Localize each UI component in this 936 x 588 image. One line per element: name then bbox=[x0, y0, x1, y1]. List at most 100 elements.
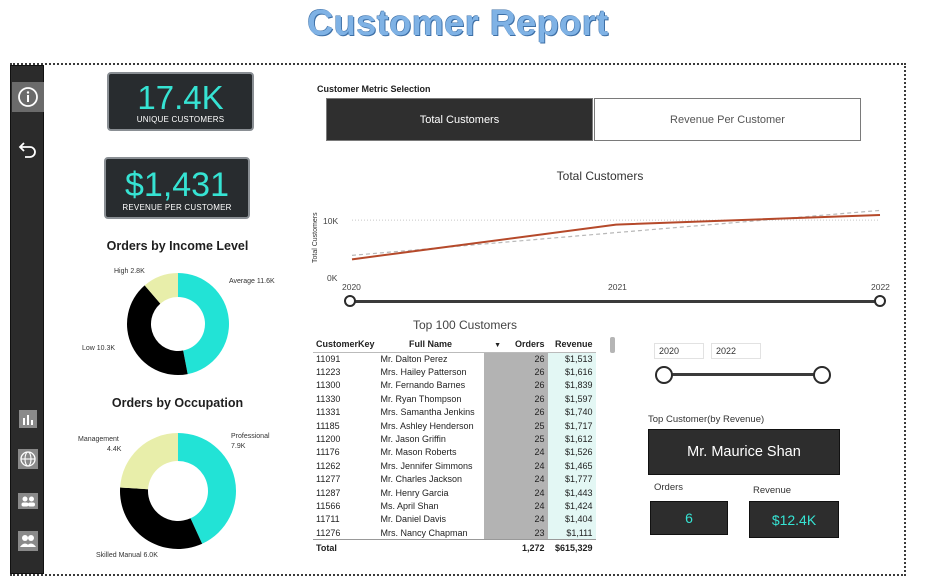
date-slider-end-handle[interactable] bbox=[813, 366, 831, 384]
cell-orders: 24 bbox=[483, 499, 548, 513]
table-row[interactable]: 11566 Ms. April Shan 24 $1,424 bbox=[313, 499, 596, 513]
x-tick-2021: 2021 bbox=[608, 282, 627, 292]
table-row[interactable]: 11185 Mrs. Ashley Henderson 25 $1,717 bbox=[313, 418, 596, 433]
cell-revenue: $1,424 bbox=[547, 499, 596, 513]
navigation-sidebar bbox=[10, 65, 44, 574]
unique-customers-label: UNIQUE CUSTOMERS bbox=[136, 115, 225, 124]
income-chart-title: Orders by Income Level bbox=[106, 239, 249, 253]
total-revenue: $615,329 bbox=[547, 538, 596, 556]
report-title: Customer Report bbox=[307, 2, 609, 43]
cell-full-name: Ms. April Shan bbox=[380, 500, 439, 511]
column-header-full-name[interactable]: Full Name bbox=[377, 337, 484, 353]
income-high-label: High 2.8K bbox=[114, 268, 145, 275]
cell-customerkey: 11566 bbox=[316, 500, 341, 511]
occupation-donut-chart bbox=[120, 433, 236, 549]
cell-full-name: Mrs. Jennifer Simmons bbox=[380, 460, 473, 471]
cell-revenue: $1,597 bbox=[547, 392, 596, 406]
cell-revenue: $1,404 bbox=[547, 512, 596, 527]
cell-customerkey: 11176 bbox=[316, 447, 340, 458]
cell-customerkey: 11091 bbox=[316, 353, 341, 364]
table-row[interactable]: 11287 Mr. Henry Garcia 24 $1,443 bbox=[313, 485, 596, 500]
occupation-skilled-label: Skilled Manual 6.0K bbox=[96, 552, 158, 559]
cell-full-name: Mrs. Nancy Chapman bbox=[380, 527, 468, 538]
cell-customerkey: 11711 bbox=[316, 514, 340, 525]
cell-revenue: $1,513 bbox=[547, 352, 596, 366]
income-donut-chart bbox=[126, 273, 230, 375]
line-chart-y-axis-label: Total Customers bbox=[312, 212, 319, 263]
revenue-per-customer-button[interactable]: Revenue Per Customer bbox=[594, 98, 861, 141]
table-row[interactable]: 11091 Mr. Dalton Perez 26 $1,513 bbox=[313, 352, 596, 366]
date-range-start-handle-top[interactable] bbox=[344, 295, 356, 307]
table-scrollbar[interactable] bbox=[610, 337, 615, 353]
cell-customerkey: 11300 bbox=[316, 380, 341, 391]
table-row[interactable]: 11276 Mrs. Nancy Chapman 23 $1,111 bbox=[313, 526, 596, 540]
cell-orders: 23 bbox=[483, 526, 548, 540]
info-icon[interactable] bbox=[12, 82, 44, 112]
occupation-slice-skilled-manual[interactable] bbox=[120, 487, 203, 549]
cell-full-name: Mrs. Hailey Patterson bbox=[380, 367, 467, 378]
total-customers-button[interactable]: Total Customers bbox=[326, 98, 593, 141]
table-row[interactable]: 11330 Mr. Ryan Thompson 26 $1,597 bbox=[313, 392, 596, 406]
occupation-slice-management[interactable] bbox=[120, 433, 178, 490]
income-low-label: Low 10.3K bbox=[82, 345, 116, 352]
date-range-track-top bbox=[349, 300, 880, 303]
back-arrow-icon[interactable] bbox=[15, 136, 41, 162]
total-customers-line[interactable] bbox=[351, 213, 881, 261]
unique-customers-value: 17.4K bbox=[137, 79, 224, 116]
cell-orders: 24 bbox=[483, 485, 548, 500]
sort-desc-icon: ▼ bbox=[494, 342, 502, 350]
table-total-row: Total 1,272 $615,329 bbox=[313, 538, 596, 556]
cell-customerkey: 11262 bbox=[316, 460, 341, 471]
table-row[interactable]: 11223 Mrs. Hailey Patterson 26 $1,616 bbox=[313, 365, 596, 379]
cell-revenue: $1,443 bbox=[547, 485, 596, 500]
date-slider-start-handle[interactable] bbox=[655, 366, 673, 384]
table-row[interactable]: 11331 Mrs. Samantha Jenkins 26 $1,740 bbox=[313, 405, 596, 419]
globe-icon[interactable] bbox=[15, 446, 41, 472]
revenue-per-customer-label: REVENUE PER CUSTOMER bbox=[122, 203, 232, 212]
unique-customers-card: 17.4K UNIQUE CUSTOMERS bbox=[107, 72, 254, 131]
occupation-management-label: Management bbox=[78, 436, 119, 443]
column-header-customerkey[interactable]: CustomerKey bbox=[313, 337, 378, 353]
date-start-input[interactable]: 2020 bbox=[654, 343, 704, 359]
total-orders: 1,272 bbox=[483, 538, 548, 556]
table-row[interactable]: 11300 Mr. Fernando Barnes 26 $1,839 bbox=[313, 378, 596, 393]
total-spacer bbox=[377, 538, 484, 556]
cell-revenue: $1,465 bbox=[547, 459, 596, 473]
cell-orders: 25 bbox=[483, 432, 548, 446]
cell-customerkey: 11223 bbox=[316, 367, 341, 378]
cell-full-name: Mr. Henry Garcia bbox=[380, 487, 449, 498]
table-row[interactable]: 11262 Mrs. Jennifer Simmons 24 $1,465 bbox=[313, 459, 596, 473]
cell-revenue: $1,839 bbox=[547, 378, 596, 393]
top-customer-revenue-label: Revenue bbox=[753, 485, 792, 496]
table-row[interactable]: 11176 Mr. Mason Roberts 24 $1,526 bbox=[313, 445, 596, 460]
top-customer-orders-label: Orders bbox=[654, 482, 684, 493]
people-card-icon[interactable] bbox=[15, 488, 41, 514]
bar-chart-icon[interactable] bbox=[15, 406, 41, 432]
users-icon[interactable] bbox=[15, 528, 41, 554]
cell-orders: 24 bbox=[483, 512, 548, 527]
table-title: Top 100 Customers bbox=[412, 318, 518, 332]
total-customers-line-chart: Total Customers 10K 0K 2020 2021 2022 bbox=[312, 209, 890, 292]
cell-full-name: Mr. Mason Roberts bbox=[380, 447, 457, 458]
cell-customerkey: 11277 bbox=[316, 474, 341, 485]
cell-orders: 24 bbox=[483, 445, 548, 460]
income-slice-average[interactable] bbox=[178, 273, 230, 375]
cell-full-name: Mr. Fernando Barnes bbox=[380, 380, 466, 391]
cell-customerkey: 11287 bbox=[316, 487, 341, 498]
occupation-professional-label: Professional bbox=[231, 433, 270, 440]
occupation-chart-title: Orders by Occupation bbox=[111, 396, 244, 410]
top-customer-revenue-card: $12.4K bbox=[749, 501, 839, 538]
column-header-revenue[interactable]: Revenue bbox=[547, 337, 596, 353]
occupation-professional-value: 7.9K bbox=[231, 443, 246, 450]
table-row[interactable]: 11711 Mr. Daniel Davis 24 $1,404 bbox=[313, 512, 596, 527]
top-customer-orders-card: 6 bbox=[650, 501, 728, 535]
table-row[interactable]: 11277 Mr. Charles Jackson 24 $1,777 bbox=[313, 472, 596, 486]
date-end-input[interactable]: 2022 bbox=[711, 343, 761, 359]
cell-customerkey: 11276 bbox=[316, 527, 341, 538]
column-header-orders[interactable]: ▼ Orders bbox=[483, 337, 548, 353]
date-range-end-handle-top[interactable] bbox=[874, 295, 886, 307]
total-label: Total bbox=[313, 538, 378, 556]
table-row[interactable]: 11200 Mr. Jason Griffin 25 $1,612 bbox=[313, 432, 596, 446]
cell-revenue: $1,777 bbox=[547, 472, 596, 486]
top-customer-name-card: Mr. Maurice Shan bbox=[648, 429, 840, 475]
